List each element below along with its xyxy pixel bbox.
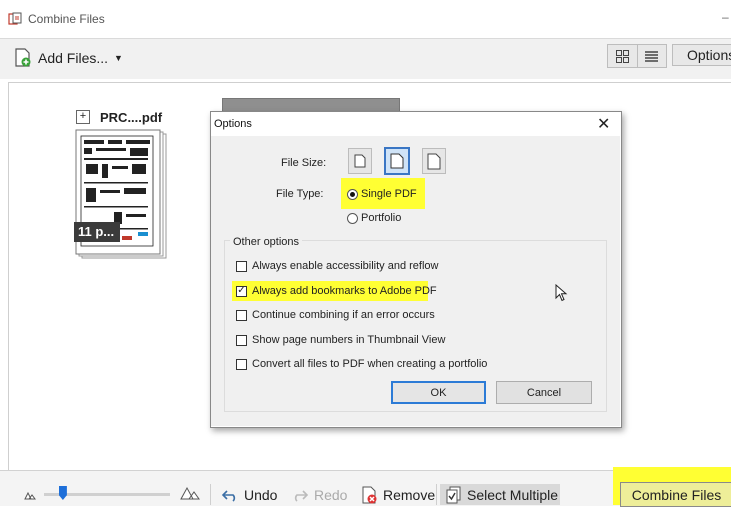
zoom-out-icon[interactable] — [24, 490, 36, 500]
file-size-small-button[interactable] — [348, 148, 372, 174]
checkbox-label: Always enable accessibility and reflow — [252, 260, 439, 272]
window-title: Combine Files — [28, 12, 105, 26]
small-page-icon — [354, 154, 366, 168]
mouse-cursor-icon — [555, 284, 568, 302]
remove-file-icon — [362, 486, 377, 503]
default-page-icon — [390, 153, 404, 169]
redo-icon — [294, 489, 309, 502]
select-multiple-label: Select Multiple — [467, 486, 559, 503]
zoom-in-icon[interactable] — [180, 486, 200, 500]
checkbox-page-numbers[interactable]: Show page numbers in Thumbnail View — [236, 333, 445, 347]
remove-button[interactable]: Remove — [361, 484, 435, 505]
large-page-icon — [427, 153, 441, 169]
select-multiple-icon — [446, 486, 461, 503]
checkbox[interactable] — [236, 358, 247, 370]
checkbox-label: Convert all files to PDF when creating a… — [252, 358, 488, 370]
checkbox[interactable] — [236, 260, 247, 272]
view-toggle — [607, 44, 667, 68]
redo-button[interactable]: Redo — [291, 484, 347, 505]
dialog-title: Options — [214, 118, 252, 130]
title-bar — [0, 0, 731, 39]
file-type-label: File Type: — [276, 188, 324, 200]
divider — [210, 484, 211, 505]
checkbox-continue-on-error[interactable]: Continue combining if an error occurs — [236, 308, 435, 322]
checkbox-label: Continue combining if an error occurs — [252, 309, 435, 321]
options-button[interactable]: Options — [672, 44, 731, 66]
radio-portfolio[interactable]: Portfolio — [347, 212, 401, 224]
combine-files-app-icon — [8, 12, 22, 25]
radio-button[interactable] — [347, 188, 358, 200]
undo-label: Undo — [244, 486, 278, 503]
file-size-default-button[interactable] — [384, 147, 410, 175]
grid-icon — [615, 49, 629, 63]
file-size-label: File Size: — [281, 157, 327, 169]
thumbnail-view-button[interactable] — [608, 45, 638, 67]
chevron-down-icon: ▼ — [114, 53, 123, 63]
checkbox-checked[interactable]: ✓ — [236, 285, 247, 297]
list-icon — [645, 50, 659, 62]
radio-single-pdf[interactable]: Single PDF — [347, 188, 417, 200]
checkbox-bookmarks[interactable]: ✓ Always add bookmarks to Adobe PDF — [236, 284, 437, 298]
list-view-button[interactable] — [638, 45, 667, 67]
minimize-button[interactable]: – — [722, 10, 729, 24]
add-files-label: Add Files... — [38, 50, 109, 66]
expand-icon[interactable]: + — [76, 110, 90, 124]
undo-icon — [221, 489, 236, 502]
redo-label: Redo — [314, 486, 348, 503]
checkbox[interactable] — [236, 309, 247, 321]
close-icon[interactable]: ✕ — [597, 114, 610, 134]
remove-label: Remove — [383, 486, 436, 503]
select-multiple-button[interactable]: Select Multiple — [440, 484, 560, 505]
divider — [436, 484, 437, 505]
ok-button[interactable]: OK — [391, 381, 486, 404]
checkbox-label: Always add bookmarks to Adobe PDF — [252, 285, 437, 297]
radio-portfolio-label: Portfolio — [361, 212, 402, 224]
other-options-label: Other options — [230, 236, 303, 248]
radio-button[interactable] — [347, 212, 358, 224]
checkbox-label: Show page numbers in Thumbnail View — [252, 334, 446, 346]
page-count-badge: 11 p... — [74, 222, 120, 242]
checkbox[interactable] — [236, 334, 247, 346]
radio-single-pdf-label: Single PDF — [361, 188, 417, 200]
undo-button[interactable]: Undo — [221, 484, 277, 505]
add-file-icon — [15, 48, 31, 67]
checkbox-accessibility[interactable]: Always enable accessibility and reflow — [236, 259, 438, 273]
checkbox-convert-portfolio[interactable]: Convert all files to PDF when creating a… — [236, 357, 487, 371]
file-name: PRC....pdf — [100, 110, 163, 125]
combine-files-button[interactable]: Combine Files — [620, 482, 731, 507]
cancel-button[interactable]: Cancel — [496, 381, 592, 404]
add-files-button[interactable]: Add Files... ▼ — [14, 47, 123, 69]
file-size-large-button[interactable] — [422, 148, 446, 174]
